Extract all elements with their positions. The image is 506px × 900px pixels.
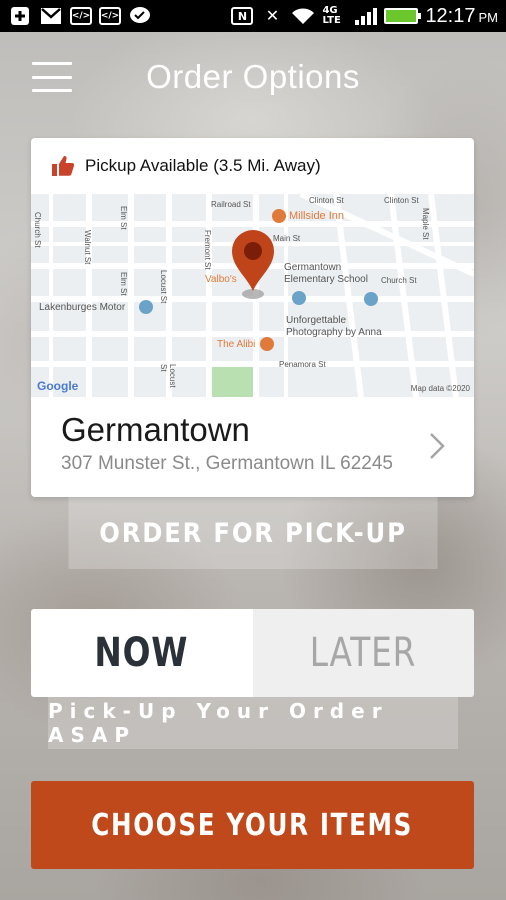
app-header: Order Options	[0, 50, 506, 106]
location-card: Pickup Available (3.5 Mi. Away) Clinton …	[31, 138, 474, 497]
pickup-status-row: Pickup Available (3.5 Mi. Away)	[31, 138, 474, 194]
location-address: 307 Munster St., Germantown IL 62245	[61, 453, 393, 474]
tab-later[interactable]: LATER	[252, 609, 474, 697]
pickup-status-text: Pickup Available (3.5 Mi. Away)	[85, 156, 321, 175]
wifi-icon	[291, 6, 315, 26]
code-icon-2: </>	[99, 7, 121, 25]
status-bar: </> </> N ✕ 4G LTE 12:17 PM	[0, 0, 506, 32]
location-details[interactable]: Germantown 307 Munster St., Germantown I…	[31, 397, 474, 497]
timing-description: Pick-Up Your Order ASAP	[48, 697, 458, 749]
order-for-pickup-button[interactable]: ORDER FOR PICK-UP	[68, 497, 438, 569]
gmail-icon	[39, 6, 63, 26]
location-name: Germantown	[61, 411, 250, 448]
signal-icon	[355, 7, 378, 25]
vibrate-icon: ✕	[265, 6, 280, 25]
nfc-icon: N	[231, 7, 254, 25]
clock: 12:17 PM	[425, 4, 498, 27]
add-icon	[8, 6, 32, 26]
code-icon: </>	[70, 7, 92, 25]
thumbs-up-icon	[51, 155, 75, 177]
map-attribution: Map data ©2020	[410, 384, 470, 393]
network-icon: 4G LTE	[322, 5, 341, 26]
chat-check-icon	[128, 6, 152, 26]
battery-icon	[384, 8, 422, 24]
timing-selector: NOW LATER	[31, 609, 474, 697]
choose-your-items-button[interactable]: CHOOSE YOUR ITEMS	[31, 781, 474, 869]
location-map[interactable]: Clinton St Clinton St Railroad St Main S…	[31, 194, 474, 397]
page-title: Order Options	[146, 58, 360, 95]
tab-now[interactable]: NOW	[31, 609, 253, 697]
chevron-right-icon	[430, 433, 445, 459]
google-logo: Google	[37, 379, 79, 393]
